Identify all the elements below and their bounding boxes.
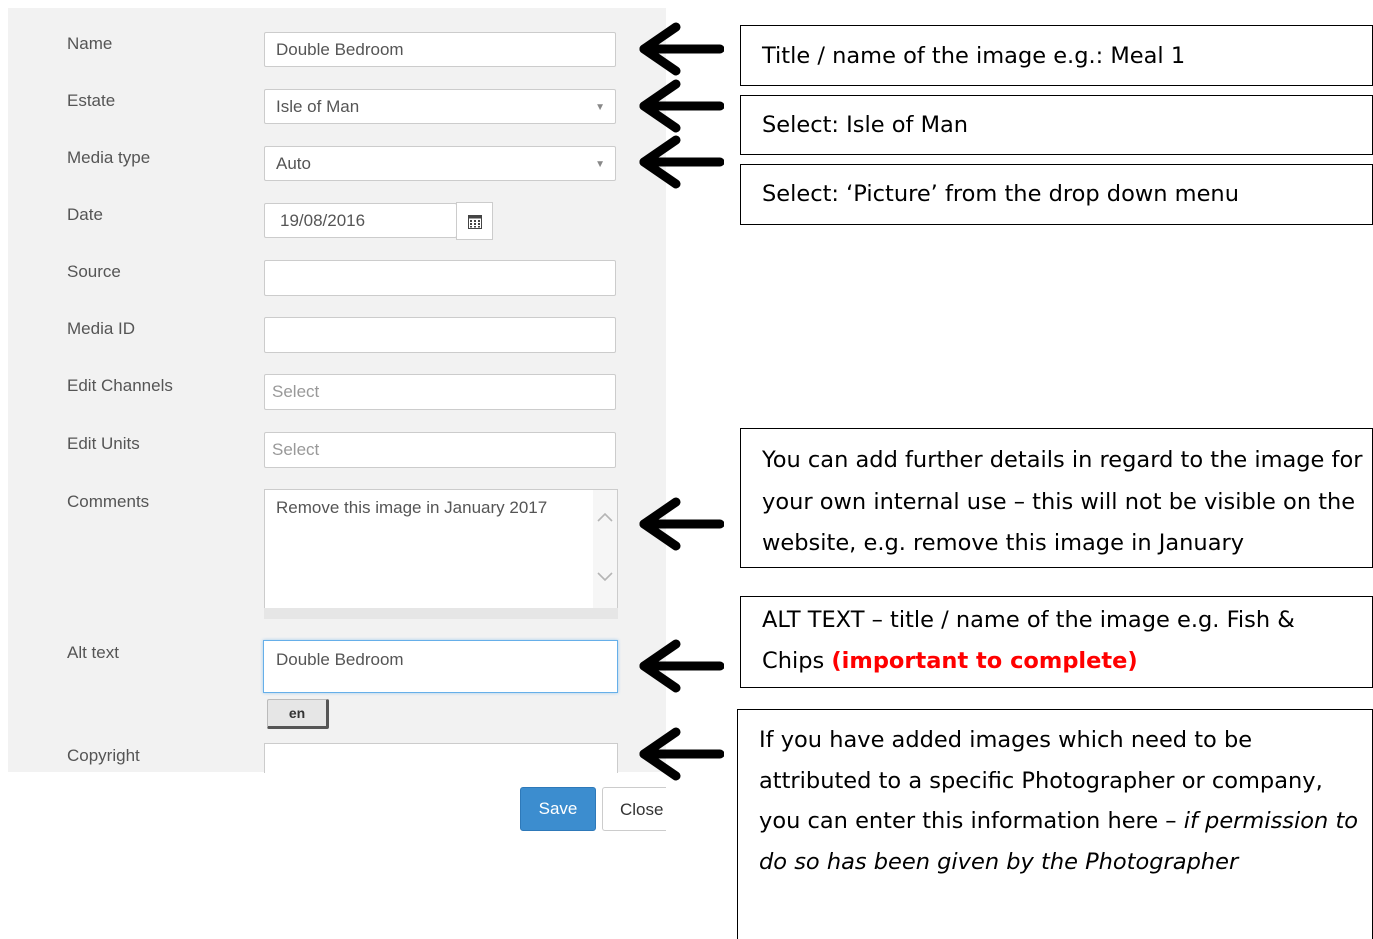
- chevron-down-icon: [597, 572, 613, 582]
- edit-units-select[interactable]: Select: [264, 432, 616, 468]
- alt-text-label: Alt text: [67, 643, 119, 662]
- media-type-select-value: Auto: [276, 154, 311, 173]
- edit-units-label: Edit Units: [67, 434, 140, 453]
- date-picker-button[interactable]: [456, 202, 493, 240]
- copyright-input[interactable]: [264, 743, 618, 773]
- note-copyright: If you have added images which need to b…: [737, 709, 1373, 939]
- name-input[interactable]: Double Bedroom: [264, 32, 616, 67]
- media-type-select[interactable]: Auto ▼: [264, 146, 616, 181]
- language-en-button[interactable]: en: [267, 699, 329, 729]
- arrow-left-icon: [639, 639, 724, 693]
- edit-channels-placeholder: Select: [272, 382, 320, 401]
- date-input-value: 19/08/2016: [280, 211, 366, 230]
- comments-scrollbar[interactable]: [593, 490, 617, 608]
- media-id-input[interactable]: [264, 317, 616, 353]
- alt-text-value: Double Bedroom: [276, 650, 404, 669]
- note-media-type-text: Select: ‘Picture’ from the drop down men…: [762, 181, 1239, 207]
- comments-resize-bar: [264, 608, 618, 619]
- estate-label: Estate: [67, 91, 116, 110]
- date-input[interactable]: 19/08/2016: [264, 203, 457, 238]
- source-input[interactable]: [264, 260, 616, 296]
- chevron-up-icon: [597, 512, 613, 522]
- arrow-left-icon: [639, 22, 724, 76]
- name-label: Name: [67, 34, 113, 53]
- note-comments-text: You can add further details in regard to…: [762, 447, 1363, 556]
- alt-text-input[interactable]: Double Bedroom: [263, 640, 618, 693]
- estate-select-value: Isle of Man: [276, 97, 360, 116]
- media-id-label: Media ID: [67, 319, 136, 338]
- copyright-label: Copyright: [67, 746, 140, 765]
- caret-down-icon: ▼: [595, 102, 605, 113]
- note-name: Title / name of the image e.g.: Meal 1: [740, 25, 1373, 86]
- note-alt-text: ALT TEXT – title / name of the image e.g…: [740, 596, 1373, 688]
- date-label: Date: [67, 205, 103, 224]
- comments-textarea[interactable]: Remove this image in January 2017: [264, 489, 618, 609]
- save-button[interactable]: Save: [520, 787, 596, 831]
- media-type-label: Media type: [67, 148, 151, 167]
- note-estate-text: Select: Isle of Man: [762, 112, 969, 138]
- note-comments: You can add further details in regard to…: [740, 428, 1373, 568]
- estate-select[interactable]: Isle of Man ▼: [264, 89, 616, 124]
- close-button[interactable]: Close: [602, 787, 666, 831]
- note-media-type: Select: ‘Picture’ from the drop down men…: [740, 164, 1373, 225]
- name-input-value: Double Bedroom: [276, 40, 404, 59]
- comments-value: Remove this image in January 2017: [276, 498, 548, 517]
- arrow-left-icon: [639, 79, 724, 133]
- arrow-left-icon: [639, 135, 724, 189]
- edit-channels-label: Edit Channels: [67, 376, 173, 395]
- arrow-left-icon: [639, 497, 724, 551]
- source-label: Source: [67, 262, 121, 281]
- edit-channels-select[interactable]: Select: [264, 374, 616, 410]
- calendar-icon: [467, 214, 482, 229]
- note-name-text: Title / name of the image e.g.: Meal 1: [762, 43, 1186, 69]
- comments-label: Comments: [67, 492, 150, 511]
- edit-units-placeholder: Select: [272, 440, 320, 459]
- note-alt-text-emphasis: (important to complete): [831, 648, 1138, 674]
- arrow-left-icon: [639, 727, 724, 781]
- caret-down-icon: ▼: [595, 159, 605, 170]
- note-estate: Select: Isle of Man: [740, 95, 1373, 155]
